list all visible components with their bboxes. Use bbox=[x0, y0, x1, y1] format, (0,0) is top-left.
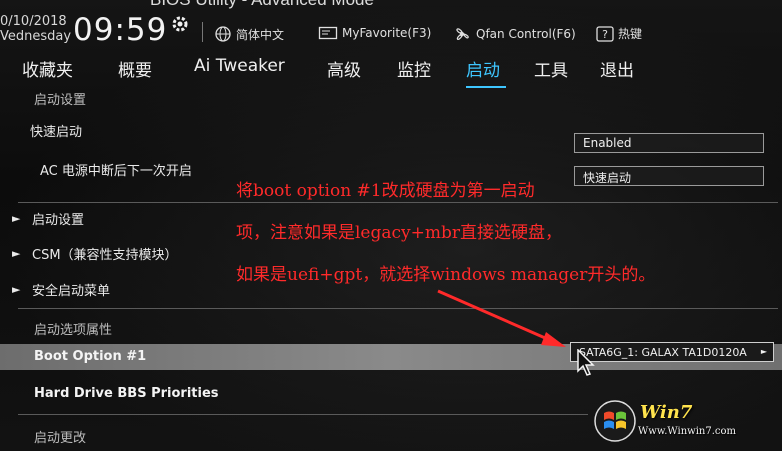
annotation-line-2: 项，注意如果是legacy+mbr直接选硬盘， bbox=[236, 223, 563, 243]
bios-screen: BIOS Utility - Advanced Mode 0/10/2018 V… bbox=[0, 0, 782, 451]
annotation-line-1: 将boot option #1改成硬盘为第一启动 bbox=[236, 181, 535, 201]
watermark: Win7 Www.Winwin7.com bbox=[588, 396, 778, 448]
windows-logo-icon bbox=[594, 400, 636, 442]
watermark-brand: Win7 bbox=[640, 402, 693, 423]
annotation-line-3: 如果是uefi+gpt，就选择windows manager开头的。 bbox=[236, 265, 656, 285]
watermark-url: Www.Winwin7.com bbox=[638, 426, 736, 437]
